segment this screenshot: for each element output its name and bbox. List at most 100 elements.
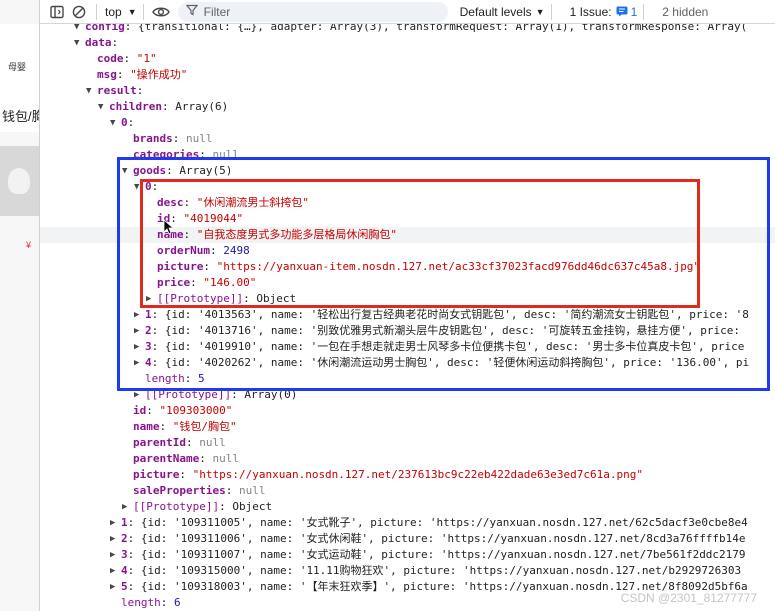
console-tree-row[interactable]: ▶ 2: {id: '4013716', name: '别致优雅男式新潮头层牛皮钥…	[40, 323, 775, 339]
property-value: "https://yanxuan-item.nosdn.127.net/ac33…	[216, 260, 701, 273]
sidebar-toggle-icon[interactable]	[46, 1, 68, 23]
separator: :	[184, 372, 198, 385]
console-tree-row: brands: null	[40, 131, 775, 147]
separator: :	[111, 36, 119, 49]
separator: :	[127, 580, 141, 593]
expand-triangle-icon[interactable]: ▼	[86, 83, 91, 99]
separator: :	[151, 324, 165, 337]
console-tree-row[interactable]: ▼ children: Array(6)	[40, 99, 775, 115]
context-label: top	[105, 4, 122, 19]
console-tree-row: orderNum: 2498	[40, 243, 775, 259]
collapse-triangle-icon[interactable]: ▶	[134, 387, 139, 403]
separator: :	[203, 260, 217, 273]
row-content: name: "钱包/胸包"	[133, 419, 237, 435]
console-tree-row[interactable]: ▶ 3: {id: '109311007', name: '女式运动鞋', pic…	[40, 547, 775, 563]
separator: :	[183, 228, 197, 241]
console-tree-row[interactable]: ▶ [[Prototype]]: Array(0)	[40, 387, 775, 403]
separator: :	[243, 292, 257, 305]
log-levels-dropdown[interactable]: Default levels ▼	[460, 5, 545, 19]
collapse-triangle-icon[interactable]: ▶	[134, 355, 139, 371]
expand-triangle-icon[interactable]: ▼	[110, 115, 115, 131]
property-value: {id: '4013563', name: '轻松出行复古经典老花时尚女式钥匙包…	[164, 308, 749, 321]
property-key: 3	[121, 548, 128, 561]
separator: :	[166, 164, 180, 177]
console-tree-row: picture: "https://yanxuan.nosdn.127.net/…	[40, 467, 775, 483]
row-content: categories: null	[133, 147, 239, 163]
console-tree-row[interactable]: ▼ goods: Array(5)	[40, 163, 775, 179]
property-value: null	[238, 484, 266, 497]
expand-triangle-icon[interactable]: ▼	[74, 24, 79, 35]
toolbar-divider	[142, 3, 144, 20]
context-selector[interactable]: top ▼	[105, 5, 137, 19]
row-content: 1: {id: '4013563', name: '轻松出行复古经典老花时尚女式…	[145, 307, 749, 323]
separator: :	[151, 356, 165, 369]
separator: :	[127, 532, 141, 545]
console-tree-row[interactable]: ▼ config: {transitional: {…}, adapter: Ar…	[40, 24, 775, 35]
row-content: data:	[85, 35, 118, 51]
expand-triangle-icon[interactable]: ▼	[122, 163, 127, 179]
console-tree-row[interactable]: ▶ 2: {id: '109311006', name: '女式休闲鞋', pic…	[40, 531, 775, 547]
collapse-triangle-icon[interactable]: ▶	[110, 531, 115, 547]
row-content: picture: "https://yanxuan-item.nosdn.127…	[157, 259, 700, 275]
expand-triangle-icon[interactable]: ▼	[134, 179, 139, 195]
row-content: 0:	[145, 179, 158, 195]
toolbar-divider	[643, 3, 645, 20]
console-tree-row[interactable]: ▶ [[Prototype]]: Object	[40, 291, 775, 307]
property-key: brands	[133, 132, 173, 145]
expand-triangle-icon[interactable]: ▼	[74, 35, 79, 51]
collapse-triangle-icon[interactable]: ▶	[110, 579, 115, 595]
collapse-triangle-icon[interactable]: ▶	[110, 563, 115, 579]
property-key: picture	[157, 260, 204, 273]
watermark: CSDN @2301_81277777	[620, 591, 757, 605]
property-key: 0	[121, 116, 128, 129]
property-key: 1	[145, 308, 152, 321]
console-tree-row: msg: "操作成功"	[40, 67, 775, 83]
console-tree-row[interactable]: ▶ 4: {id: '109315000', name: '11.11购物狂欢',…	[40, 563, 775, 579]
property-key: 0	[145, 180, 152, 193]
property-value: 6	[174, 596, 181, 609]
console-tree-row: desc: "休闲潮流男士斜挎包"	[40, 195, 775, 211]
issues-button[interactable]: 1 Issue: 1	[570, 5, 638, 19]
row-content: [[Prototype]]: Object	[133, 499, 272, 515]
collapse-triangle-icon[interactable]: ▶	[134, 307, 139, 323]
console-tree-row: categories: null	[40, 147, 775, 163]
property-key: 4	[121, 564, 128, 577]
console-tree-row[interactable]: ▼ 0:	[40, 115, 775, 131]
clear-console-icon[interactable]	[68, 1, 90, 23]
collapse-triangle-icon[interactable]: ▶	[110, 515, 115, 531]
separator: :	[161, 100, 176, 113]
property-key: 4	[145, 356, 152, 369]
row-content: 2: {id: '4013716', name: '别致优雅男式新潮头层牛皮钥匙…	[145, 323, 740, 339]
collapse-triangle-icon[interactable]: ▶	[134, 323, 139, 339]
console-tree-row: id: "109303000"	[40, 403, 775, 419]
console-tree-row[interactable]: ▶ 4: {id: '4020262', name: '休闲潮流运动男士胸包', …	[40, 355, 775, 371]
property-value: {id: '4020262', name: '休闲潮流运动男士胸包', desc…	[164, 356, 750, 369]
property-key: 1	[121, 516, 128, 529]
page-category-text[interactable]: 钱包/胸	[2, 106, 39, 125]
console-tree-row[interactable]: ▶ [[Prototype]]: Object	[40, 499, 775, 515]
page-product-image[interactable]	[0, 146, 39, 216]
console-tree-row[interactable]: ▶ 1: {id: '109311005', name: '女式靴子', pict…	[40, 515, 775, 531]
property-value: null	[186, 132, 213, 145]
collapse-triangle-icon[interactable]: ▶	[146, 291, 151, 307]
console-tree-row: picture: "https://yanxuan-item.nosdn.127…	[40, 259, 775, 275]
property-value: Array(6)	[175, 100, 229, 113]
hidden-count[interactable]: 2 hidden	[662, 5, 708, 19]
console-tree-row: code: "1"	[40, 51, 775, 67]
separator: :	[231, 388, 245, 401]
console-tree-row[interactable]: ▶ 1: {id: '4013563', name: '轻松出行复古经典老花时尚女…	[40, 307, 775, 323]
collapse-triangle-icon[interactable]: ▶	[122, 499, 127, 515]
console-tree-row[interactable]: ▼ data:	[40, 35, 775, 51]
collapse-triangle-icon[interactable]: ▶	[134, 339, 139, 355]
filter-field[interactable]	[177, 1, 448, 22]
console-tree-row[interactable]: ▶ 3: {id: '4019910', name: '一包在手想走就走男士风琴多…	[40, 339, 775, 355]
property-key: 2	[121, 532, 128, 545]
expand-triangle-icon[interactable]: ▼	[98, 99, 103, 115]
filter-input[interactable]	[203, 4, 424, 19]
collapse-triangle-icon[interactable]: ▶	[110, 547, 115, 563]
property-key: picture	[133, 468, 180, 481]
eye-icon[interactable]	[150, 1, 172, 23]
property-value: null	[212, 452, 239, 465]
console-tree-row[interactable]: ▼ 0:	[40, 179, 775, 195]
console-tree-row[interactable]: ▼ result:	[40, 83, 775, 99]
